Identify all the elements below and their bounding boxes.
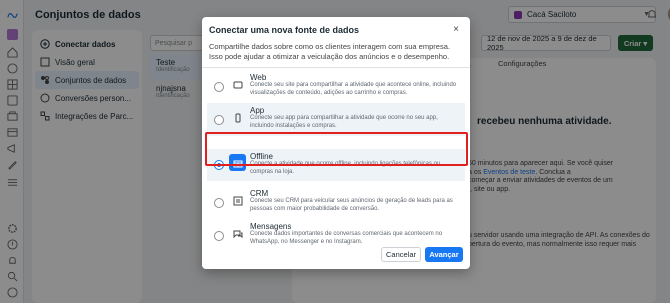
radio-messages[interactable] [214, 231, 224, 241]
selection-highlight-box [205, 132, 468, 166]
dialog-description: Compartilhe dados sobre como os clientes… [209, 42, 450, 61]
web-icon [229, 76, 246, 93]
dialog-title: Conectar uma nova fonte de dados [209, 25, 360, 35]
option-title: Web [250, 73, 267, 82]
option-title: App [250, 106, 265, 115]
cancel-button[interactable]: Cancelar [381, 247, 421, 262]
option-description: Conecte seu app para compartilhar a ativ… [250, 115, 438, 129]
close-icon[interactable]: × [450, 23, 462, 35]
option-title: Mensagens [250, 222, 292, 231]
option-description: Conecte dados importantes de conversas c… [250, 231, 443, 245]
divider [202, 67, 470, 68]
messages-icon [229, 225, 246, 242]
radio-crm[interactable] [214, 198, 224, 208]
option-web[interactable]: Web Conecte seu site para compartilhar a… [207, 70, 465, 103]
next-button[interactable]: Avançar [425, 247, 463, 262]
crm-icon [229, 192, 246, 209]
app-icon [229, 109, 246, 126]
option-crm[interactable]: CRM Conecte seu CRM para veicular seus a… [207, 186, 465, 219]
option-description: Conecte seu CRM para veicular seus anúnc… [250, 198, 453, 212]
option-title: CRM [250, 189, 269, 198]
radio-app[interactable] [214, 115, 224, 125]
option-description: Conecte seu site para compartilhar a ati… [250, 82, 457, 96]
radio-web[interactable] [214, 82, 224, 92]
